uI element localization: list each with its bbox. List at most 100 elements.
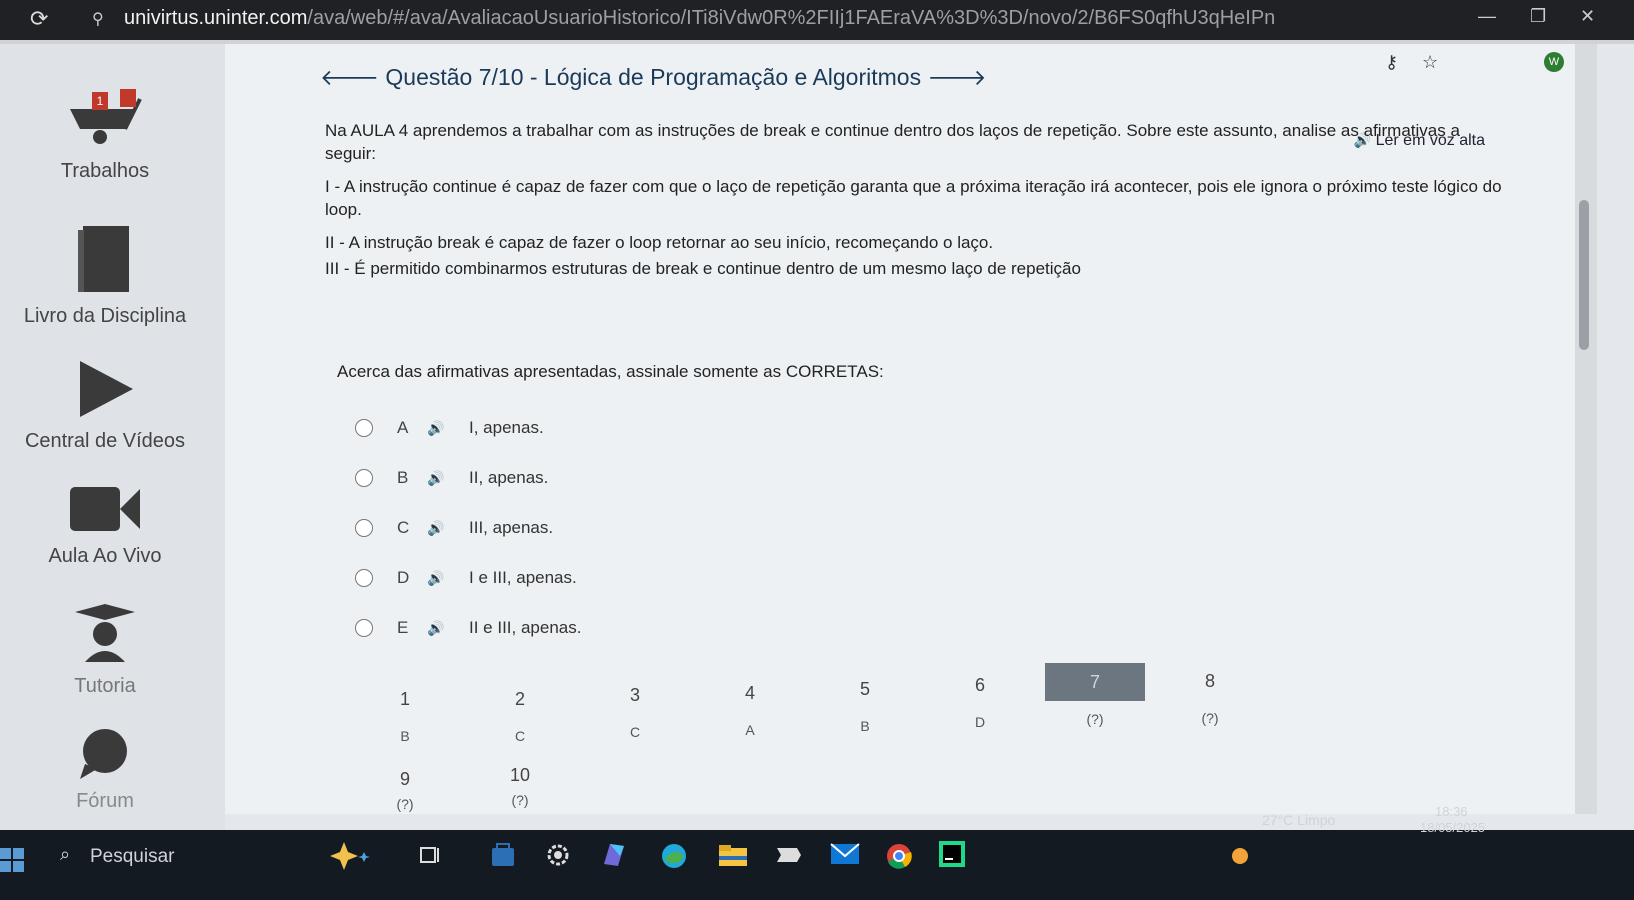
minimize-icon[interactable]: —: [1478, 6, 1496, 27]
nav-question-1[interactable]: 1 B: [355, 689, 455, 744]
radio-button[interactable]: [355, 419, 373, 437]
nav-question-4[interactable]: 4 A: [700, 683, 800, 738]
nav-question-7[interactable]: 7 (?): [1045, 663, 1145, 727]
clock-time[interactable]: 18:36: [1435, 804, 1468, 819]
radio-button[interactable]: [355, 519, 373, 537]
close-icon[interactable]: ✕: [1580, 6, 1595, 27]
sidebar-label-tutoria: Tutoria: [74, 675, 136, 697]
weather-text[interactable]: 27°C Limpo: [1262, 812, 1335, 828]
video-camera-icon: [70, 487, 140, 531]
nav-answer: B: [400, 728, 410, 744]
option-c[interactable]: C 🔊 III, apenas.: [355, 514, 553, 542]
nav-number: 3: [629, 685, 640, 705]
option-text: I, apenas.: [469, 418, 544, 437]
copilot-sparkle-icon[interactable]: [330, 842, 374, 870]
media-app-icon[interactable]: [775, 842, 803, 868]
nav-number: 4: [744, 683, 755, 703]
nav-number: 9: [399, 769, 410, 789]
sidebar-item-livro[interactable]: Livro da Disciplina: [0, 224, 210, 328]
scrollbar-thumb[interactable]: [1579, 200, 1589, 350]
next-question-arrow-icon[interactable]: 🡒: [927, 65, 986, 90]
browser-toolbar: ⟳ ⚲ univirtus.uninter.com/ava/web/#/ava/…: [0, 0, 1634, 40]
nav-answer: C: [514, 728, 526, 744]
option-d[interactable]: D 🔊 I e III, apenas.: [355, 564, 577, 592]
copilot-app-icon[interactable]: [600, 842, 628, 868]
nav-number: 6: [974, 675, 985, 695]
taskbar-search[interactable]: Pesquisar: [40, 838, 330, 876]
taskbar: ⌕ Pesquisar: [0, 830, 1634, 900]
question-panel: 🡐 Questão 7/10 - Lógica de Programação e…: [225, 44, 1575, 814]
settings-gear-icon[interactable]: [545, 842, 571, 868]
key-icon[interactable]: ⚷: [1385, 52, 1398, 73]
option-letter: C: [397, 518, 410, 537]
windows-start-icon[interactable]: [0, 848, 24, 872]
option-text: II, apenas.: [469, 468, 549, 487]
previous-question-arrow-icon[interactable]: 🡐: [320, 65, 379, 90]
task-view-icon[interactable]: [420, 844, 442, 866]
clock-date[interactable]: 18/05/2025: [1420, 820, 1485, 835]
notification-badge: 1: [92, 92, 108, 110]
nav-question-3[interactable]: 3 C: [585, 685, 685, 740]
nav-number: 7: [1045, 663, 1145, 701]
quote-bubble-icon: [80, 729, 127, 779]
nav-question-10[interactable]: 10 (?): [470, 765, 570, 808]
edge-browser-icon[interactable]: [660, 842, 688, 870]
statement-3: III - É permitido combinarmos estruturas…: [325, 259, 1081, 278]
radio-button[interactable]: [355, 619, 373, 637]
radio-button[interactable]: [355, 469, 373, 487]
sidebar-label-trabalhos: Trabalhos: [60, 160, 150, 182]
speaker-icon[interactable]: 🔊: [427, 570, 469, 587]
option-e[interactable]: E 🔊 II e III, apenas.: [355, 614, 581, 642]
profile-avatar[interactable]: W: [1544, 52, 1564, 72]
nav-answer: D: [974, 714, 986, 730]
site-info-icon[interactable]: ⚲: [92, 9, 104, 29]
nav-number: 8: [1204, 671, 1215, 691]
nav-question-9[interactable]: 9 (?): [355, 769, 455, 812]
nav-question-8[interactable]: 8 (?): [1160, 671, 1260, 726]
radio-button[interactable]: [355, 569, 373, 587]
sidebar-item-videos[interactable]: Central de Vídeos: [0, 359, 210, 453]
sidebar-item-aula-ao-vivo[interactable]: Aula Ao Vivo: [0, 484, 210, 568]
option-a[interactable]: A 🔊 I, apenas.: [355, 414, 544, 442]
sidebar-label-livro: Livro da Disciplina: [23, 305, 187, 327]
nav-answer: (?): [511, 792, 529, 808]
speaker-icon[interactable]: 🔊: [427, 620, 469, 637]
url-path: /ava/web/#/ava/AvaliacaoUsuarioHistorico…: [307, 7, 1274, 29]
graduate-icon: [75, 604, 135, 662]
pycharm-icon[interactable]: [938, 840, 966, 868]
address-bar[interactable]: univirtus.uninter.com/ava/web/#/ava/Aval…: [124, 7, 1274, 30]
speaker-icon[interactable]: 🔊: [427, 520, 469, 537]
nav-answer: (?): [1086, 711, 1104, 727]
question-title: 🡐 Questão 7/10 - Lógica de Programação e…: [320, 64, 986, 91]
scrollbar-track[interactable]: [1575, 44, 1597, 814]
sidebar-label-aula-ao-vivo: Aula Ao Vivo: [48, 545, 162, 567]
option-letter: B: [397, 468, 409, 487]
nav-number: 2: [514, 689, 525, 709]
question-navigator: 1 B 2 C 3 C 4 A 5 B 6 D 7 (?) 8 (?) 9 (?…: [355, 663, 1235, 829]
option-text: II e III, apenas.: [469, 618, 582, 637]
chrome-browser-icon[interactable]: [885, 842, 913, 870]
star-icon[interactable]: ☆: [1422, 52, 1438, 73]
statement-1: I - A instrução continue é capaz de faze…: [325, 177, 1502, 219]
sidebar-item-forum[interactable]: Fórum: [0, 729, 210, 813]
file-explorer-icon[interactable]: [718, 842, 748, 868]
sidebar-label-videos: Central de Vídeos: [24, 430, 186, 452]
nav-number: 1: [399, 689, 410, 709]
question-title-text: Questão 7/10 - Lógica de Programação e A…: [385, 64, 922, 90]
store-icon[interactable]: [490, 842, 516, 868]
question-intro: Na AULA 4 aprendemos a trabalhar com as …: [325, 121, 1460, 163]
play-icon: [80, 361, 133, 417]
nav-question-2[interactable]: 2 C: [470, 689, 570, 744]
nav-question-5[interactable]: 5 B: [815, 679, 915, 734]
option-b[interactable]: B 🔊 II, apenas.: [355, 464, 548, 492]
sidebar: Trabalhos Livro da Disciplina Central de…: [0, 44, 225, 859]
speaker-icon[interactable]: 🔊: [427, 420, 469, 437]
url-host: univirtus.uninter.com: [124, 7, 308, 29]
maximize-icon[interactable]: ❐: [1530, 6, 1546, 27]
mail-icon[interactable]: [830, 842, 860, 866]
speaker-icon[interactable]: 🔊: [427, 470, 469, 487]
nav-question-6[interactable]: 6 D: [930, 675, 1030, 730]
sidebar-item-tutoria[interactable]: Tutoria: [0, 604, 210, 698]
nav-answer: A: [745, 722, 755, 738]
reload-icon[interactable]: ⟳: [30, 6, 48, 32]
